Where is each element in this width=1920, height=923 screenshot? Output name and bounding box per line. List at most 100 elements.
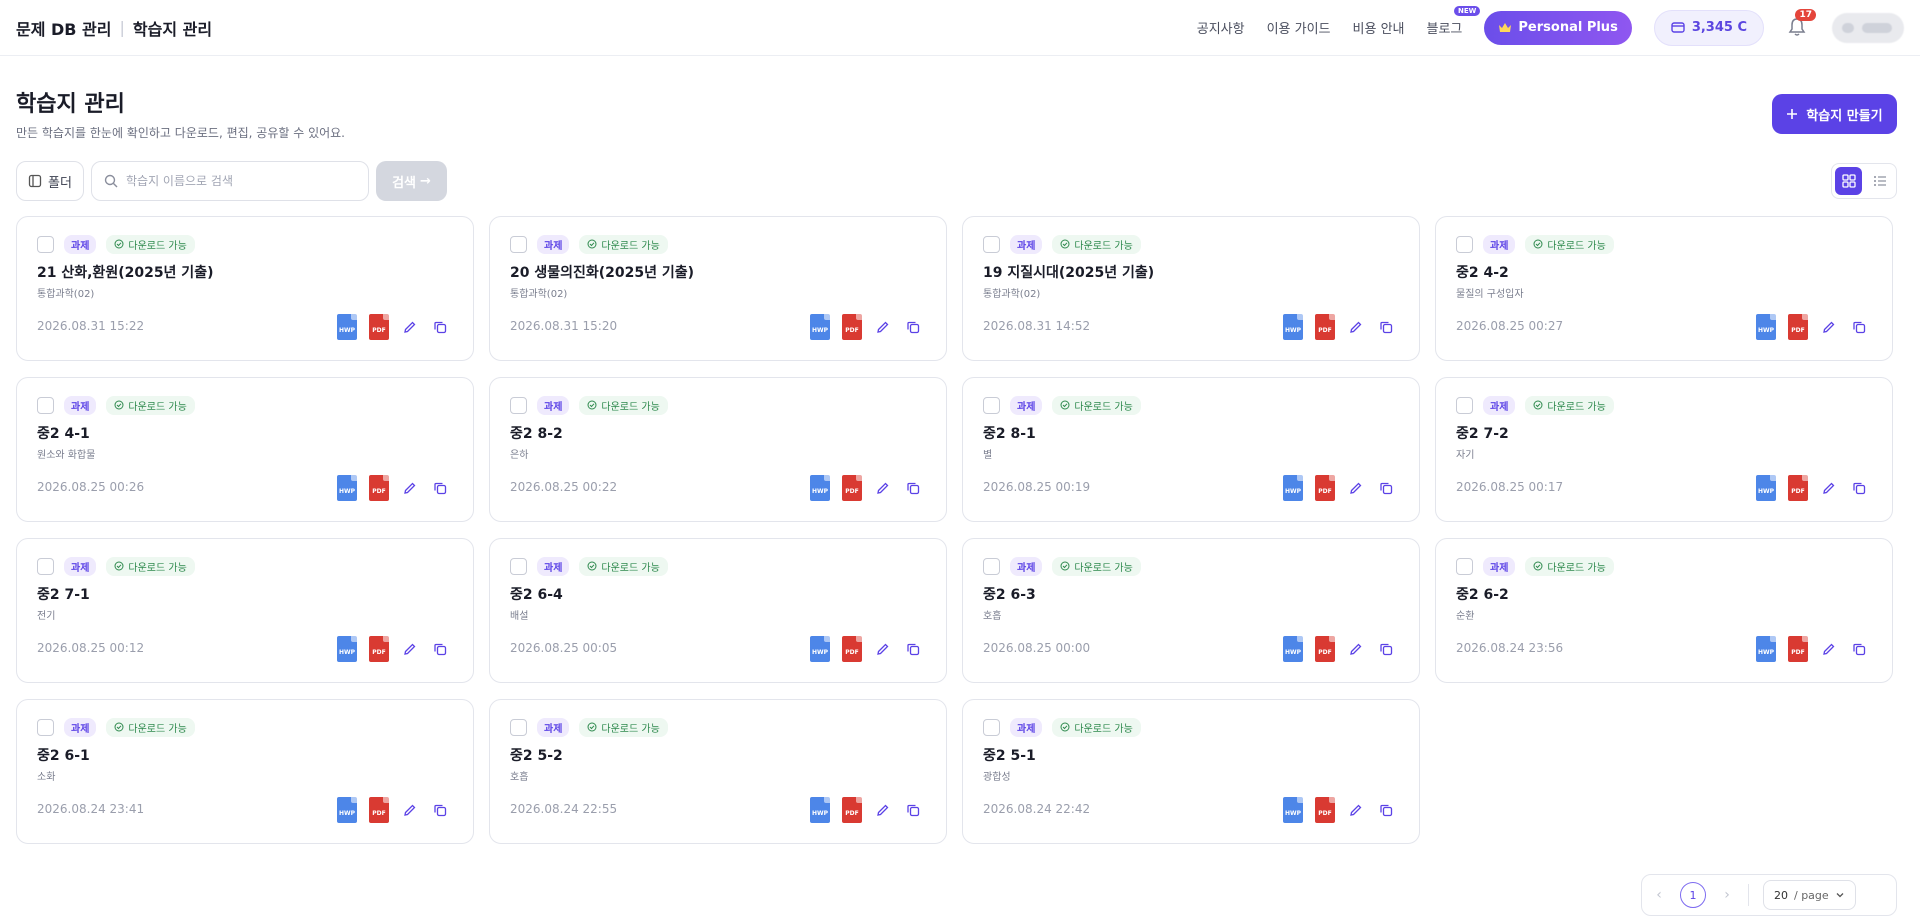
worksheet-card[interactable]: 과제 다운로드 가능 중2 8-2 은하 2026.08.25 00:22 HW… xyxy=(489,377,947,522)
search-button[interactable]: 검색 → xyxy=(376,161,447,201)
prev-page-button[interactable]: ‹ xyxy=(1652,887,1666,903)
worksheet-card[interactable]: 과제 다운로드 가능 21 산화,환원(2025년 기출) 통합과학(02) 2… xyxy=(16,216,474,361)
copy-icon[interactable] xyxy=(431,479,449,497)
copy-icon[interactable] xyxy=(1377,801,1395,819)
select-checkbox[interactable] xyxy=(983,235,1000,253)
edit-pencil-icon[interactable] xyxy=(874,318,892,336)
pdf-download-icon[interactable]: PDF xyxy=(1315,314,1335,340)
select-checkbox[interactable] xyxy=(37,396,54,414)
worksheet-card[interactable]: 과제 다운로드 가능 중2 6-4 배설 2026.08.25 00:05 HW… xyxy=(489,538,947,683)
hwp-download-icon[interactable]: HWP xyxy=(1283,475,1303,501)
hwp-download-icon[interactable]: HWP xyxy=(810,314,830,340)
worksheet-card[interactable]: 과제 다운로드 가능 중2 7-1 전기 2026.08.25 00:12 HW… xyxy=(16,538,474,683)
page-size-select[interactable]: 20 / page xyxy=(1763,880,1856,910)
hwp-download-icon[interactable]: HWP xyxy=(337,636,357,662)
pdf-download-icon[interactable]: PDF xyxy=(369,636,389,662)
plan-button[interactable]: Personal Plus xyxy=(1484,10,1632,45)
worksheet-card[interactable]: 과제 다운로드 가능 중2 4-1 원소와 화합물 2026.08.25 00:… xyxy=(16,377,474,522)
copy-icon[interactable] xyxy=(431,801,449,819)
nav-notice[interactable]: 공지사항 xyxy=(1197,18,1245,37)
page-number-current[interactable]: 1 xyxy=(1680,882,1706,908)
copy-icon[interactable] xyxy=(431,318,449,336)
select-checkbox[interactable] xyxy=(510,557,527,575)
folder-button[interactable]: 폴더 xyxy=(16,161,84,201)
pdf-download-icon[interactable]: PDF xyxy=(369,475,389,501)
pdf-download-icon[interactable]: PDF xyxy=(842,475,862,501)
worksheet-card[interactable]: 과제 다운로드 가능 중2 5-1 광합성 2026.08.24 22:42 H… xyxy=(962,699,1420,844)
copy-icon[interactable] xyxy=(904,801,922,819)
copy-icon[interactable] xyxy=(1850,640,1868,658)
select-checkbox[interactable] xyxy=(37,557,54,575)
copy-icon[interactable] xyxy=(1850,318,1868,336)
nav-guide[interactable]: 이용 가이드 xyxy=(1267,18,1331,37)
edit-pencil-icon[interactable] xyxy=(874,801,892,819)
list-view-button[interactable] xyxy=(1866,167,1893,195)
brand-title[interactable]: 문제 DB 관리 xyxy=(16,16,112,40)
pdf-download-icon[interactable]: PDF xyxy=(1315,475,1335,501)
edit-pencil-icon[interactable] xyxy=(1820,318,1838,336)
hwp-download-icon[interactable]: HWP xyxy=(1283,314,1303,340)
select-checkbox[interactable] xyxy=(1456,396,1473,414)
copy-icon[interactable] xyxy=(1377,318,1395,336)
copy-icon[interactable] xyxy=(1377,479,1395,497)
hwp-download-icon[interactable]: HWP xyxy=(337,797,357,823)
grid-view-button[interactable] xyxy=(1835,167,1862,195)
section-title[interactable]: 학습지 관리 xyxy=(133,16,212,40)
copy-icon[interactable] xyxy=(431,640,449,658)
pdf-download-icon[interactable]: PDF xyxy=(1788,314,1808,340)
worksheet-card[interactable]: 과제 다운로드 가능 19 지질시대(2025년 기출) 통합과학(02) 20… xyxy=(962,216,1420,361)
edit-pencil-icon[interactable] xyxy=(874,640,892,658)
pdf-download-icon[interactable]: PDF xyxy=(369,797,389,823)
select-checkbox[interactable] xyxy=(983,718,1000,736)
worksheet-card[interactable]: 과제 다운로드 가능 중2 6-2 순환 2026.08.24 23:56 HW… xyxy=(1435,538,1893,683)
pdf-download-icon[interactable]: PDF xyxy=(1315,636,1335,662)
nav-blog[interactable]: 블로그 NEW xyxy=(1427,6,1481,37)
pdf-download-icon[interactable]: PDF xyxy=(369,314,389,340)
select-checkbox[interactable] xyxy=(510,396,527,414)
hwp-download-icon[interactable]: HWP xyxy=(810,475,830,501)
hwp-download-icon[interactable]: HWP xyxy=(1756,314,1776,340)
select-checkbox[interactable] xyxy=(983,557,1000,575)
hwp-download-icon[interactable]: HWP xyxy=(337,475,357,501)
copy-icon[interactable] xyxy=(904,640,922,658)
next-page-button[interactable]: › xyxy=(1720,887,1734,903)
edit-pencil-icon[interactable] xyxy=(874,479,892,497)
worksheet-card[interactable]: 과제 다운로드 가능 중2 6-3 호흡 2026.08.25 00:00 HW… xyxy=(962,538,1420,683)
select-checkbox[interactable] xyxy=(1456,557,1473,575)
hwp-download-icon[interactable]: HWP xyxy=(810,636,830,662)
select-checkbox[interactable] xyxy=(510,235,527,253)
copy-icon[interactable] xyxy=(904,479,922,497)
copy-icon[interactable] xyxy=(1850,479,1868,497)
copy-icon[interactable] xyxy=(904,318,922,336)
hwp-download-icon[interactable]: HWP xyxy=(1283,797,1303,823)
pdf-download-icon[interactable]: PDF xyxy=(842,797,862,823)
worksheet-card[interactable]: 과제 다운로드 가능 중2 6-1 소화 2026.08.24 23:41 HW… xyxy=(16,699,474,844)
worksheet-card[interactable]: 과제 다운로드 가능 중2 4-2 물질의 구성입자 2026.08.25 00… xyxy=(1435,216,1893,361)
edit-pencil-icon[interactable] xyxy=(1347,318,1365,336)
notification-button[interactable]: 17 xyxy=(1786,8,1816,40)
hwp-download-icon[interactable]: HWP xyxy=(1756,475,1776,501)
worksheet-card[interactable]: 과제 다운로드 가능 중2 5-2 호흡 2026.08.24 22:55 HW… xyxy=(489,699,947,844)
edit-pencil-icon[interactable] xyxy=(1347,640,1365,658)
hwp-download-icon[interactable]: HWP xyxy=(810,797,830,823)
edit-pencil-icon[interactable] xyxy=(1820,640,1838,658)
hwp-download-icon[interactable]: HWP xyxy=(1756,636,1776,662)
search-input[interactable] xyxy=(126,174,356,188)
select-checkbox[interactable] xyxy=(37,718,54,736)
hwp-download-icon[interactable]: HWP xyxy=(337,314,357,340)
worksheet-card[interactable]: 과제 다운로드 가능 중2 7-2 자기 2026.08.25 00:17 HW… xyxy=(1435,377,1893,522)
profile-menu[interactable] xyxy=(1832,12,1904,43)
pdf-download-icon[interactable]: PDF xyxy=(842,314,862,340)
nav-pricing[interactable]: 비용 안내 xyxy=(1353,18,1405,37)
hwp-download-icon[interactable]: HWP xyxy=(1283,636,1303,662)
edit-pencil-icon[interactable] xyxy=(1347,479,1365,497)
worksheet-card[interactable]: 과제 다운로드 가능 중2 8-1 별 2026.08.25 00:19 HWP… xyxy=(962,377,1420,522)
credit-button[interactable]: 3,345 C xyxy=(1653,9,1764,46)
edit-pencil-icon[interactable] xyxy=(1347,801,1365,819)
edit-pencil-icon[interactable] xyxy=(401,318,419,336)
pdf-download-icon[interactable]: PDF xyxy=(1788,475,1808,501)
select-checkbox[interactable] xyxy=(510,718,527,736)
edit-pencil-icon[interactable] xyxy=(401,640,419,658)
pdf-download-icon[interactable]: PDF xyxy=(842,636,862,662)
worksheet-card[interactable]: 과제 다운로드 가능 20 생물의진화(2025년 기출) 통합과학(02) 2… xyxy=(489,216,947,361)
